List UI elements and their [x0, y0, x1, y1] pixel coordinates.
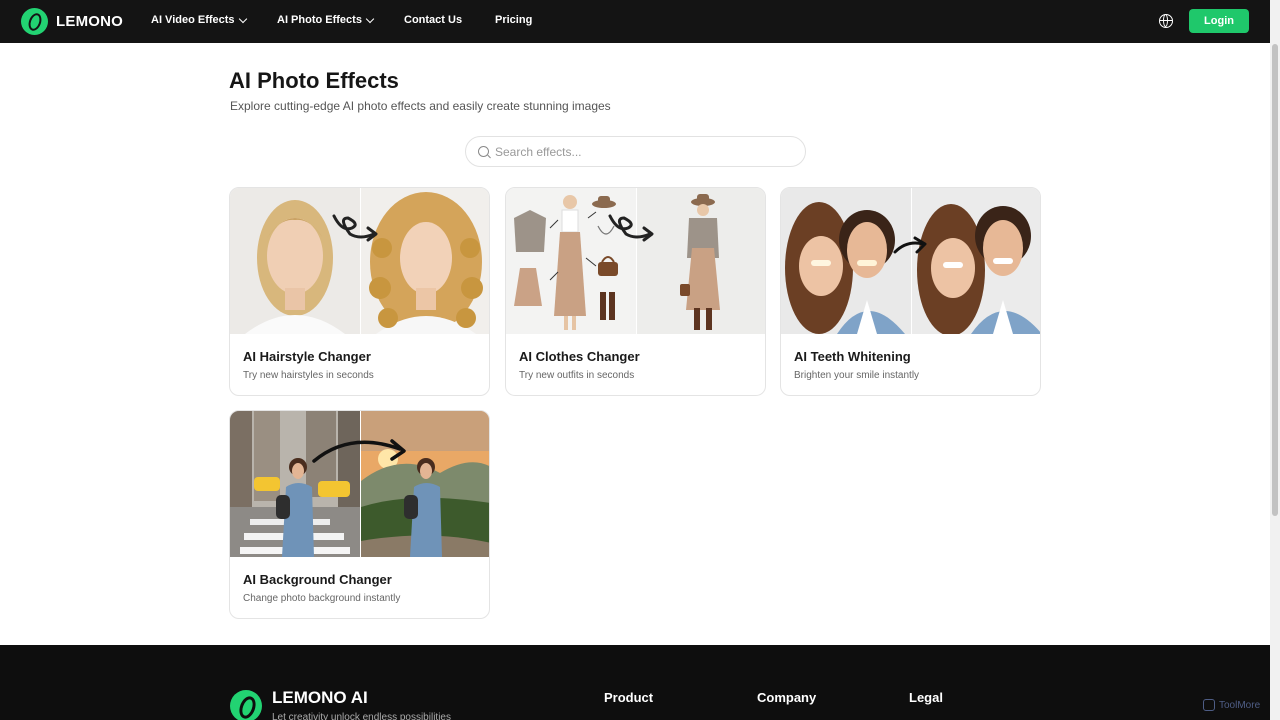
effect-card-clothes[interactable]: AI Clothes Changer Try new outfits in se… — [505, 187, 766, 396]
card-subtitle: Try new outfits in seconds — [519, 370, 635, 381]
watermark-text: ToolMore — [1219, 699, 1261, 711]
nav-item-ai-video-effects[interactable]: AI Video Effects — [151, 14, 247, 26]
card-subtitle: Brighten your smile instantly — [794, 370, 920, 381]
background-before-after-image — [230, 411, 489, 557]
footer-col-legal: Legal — [909, 690, 943, 705]
card-thumbnail — [506, 188, 765, 334]
page-scrollbar[interactable] — [1270, 0, 1280, 720]
card-title: AI Clothes Changer — [519, 349, 640, 364]
card-title: AI Hairstyle Changer — [243, 349, 371, 364]
lemono-logo-icon — [21, 8, 48, 35]
card-subtitle: Change photo background instantly — [243, 593, 401, 604]
effect-card-background[interactable]: AI Background Changer Change photo backg… — [229, 410, 490, 619]
card-thumbnail — [781, 188, 1040, 334]
card-title: AI Background Changer — [243, 572, 392, 587]
nav-item-label: AI Video Effects — [151, 14, 235, 26]
card-thumbnail — [230, 411, 489, 557]
card-title: AI Teeth Whitening — [794, 349, 911, 364]
globe-icon[interactable] — [1159, 14, 1173, 28]
footer-col-product: Product — [604, 690, 654, 705]
effect-card-hairstyle[interactable]: AI Hairstyle Changer Try new hairstyles … — [229, 187, 490, 396]
hairstyle-before-after-image — [230, 188, 489, 334]
login-button[interactable]: Login — [1189, 9, 1249, 33]
scrollbar-thumb[interactable] — [1272, 44, 1278, 516]
chevron-down-icon — [238, 14, 247, 23]
nav-item-label: Pricing — [495, 14, 533, 26]
page-subtitle: Explore cutting-edge AI photo effects an… — [230, 99, 611, 113]
teeth-before-after-image — [781, 188, 1040, 334]
logo[interactable]: LEMONO — [21, 8, 123, 35]
logo-text: LEMONO — [56, 13, 124, 30]
clothes-before-after-image — [506, 188, 765, 334]
search-bar[interactable] — [465, 136, 806, 167]
nav-item-label: AI Photo Effects — [277, 14, 362, 26]
footer-brand: LEMONO AI — [272, 688, 368, 707]
nav-item-pricing[interactable]: Pricing — [495, 14, 532, 26]
watermark: ToolMore — [1203, 699, 1260, 711]
nav-item-contact-us[interactable]: Contact Us — [404, 14, 462, 26]
footer-col-company: Company — [757, 690, 817, 705]
effect-card-teeth-whitening[interactable]: AI Teeth Whitening Brighten your smile i… — [780, 187, 1041, 396]
search-icon — [478, 146, 489, 157]
footer: LEMONO AI Let creativity unlock endless … — [0, 645, 1270, 720]
top-navbar: LEMONO AI Video Effects AI Photo Effects… — [0, 0, 1270, 43]
page-title: AI Photo Effects — [229, 68, 399, 93]
footer-logo-icon[interactable] — [230, 690, 262, 720]
nav-item-ai-photo-effects[interactable]: AI Photo Effects — [277, 14, 375, 26]
card-subtitle: Try new hairstyles in seconds — [243, 370, 374, 381]
footer-tagline: Let creativity unlock endless possibilit… — [272, 712, 451, 720]
watermark-icon — [1203, 699, 1215, 711]
nav-item-label: Contact Us — [404, 14, 463, 26]
card-thumbnail — [230, 188, 489, 334]
chevron-down-icon — [365, 14, 375, 23]
search-input[interactable] — [495, 143, 785, 161]
